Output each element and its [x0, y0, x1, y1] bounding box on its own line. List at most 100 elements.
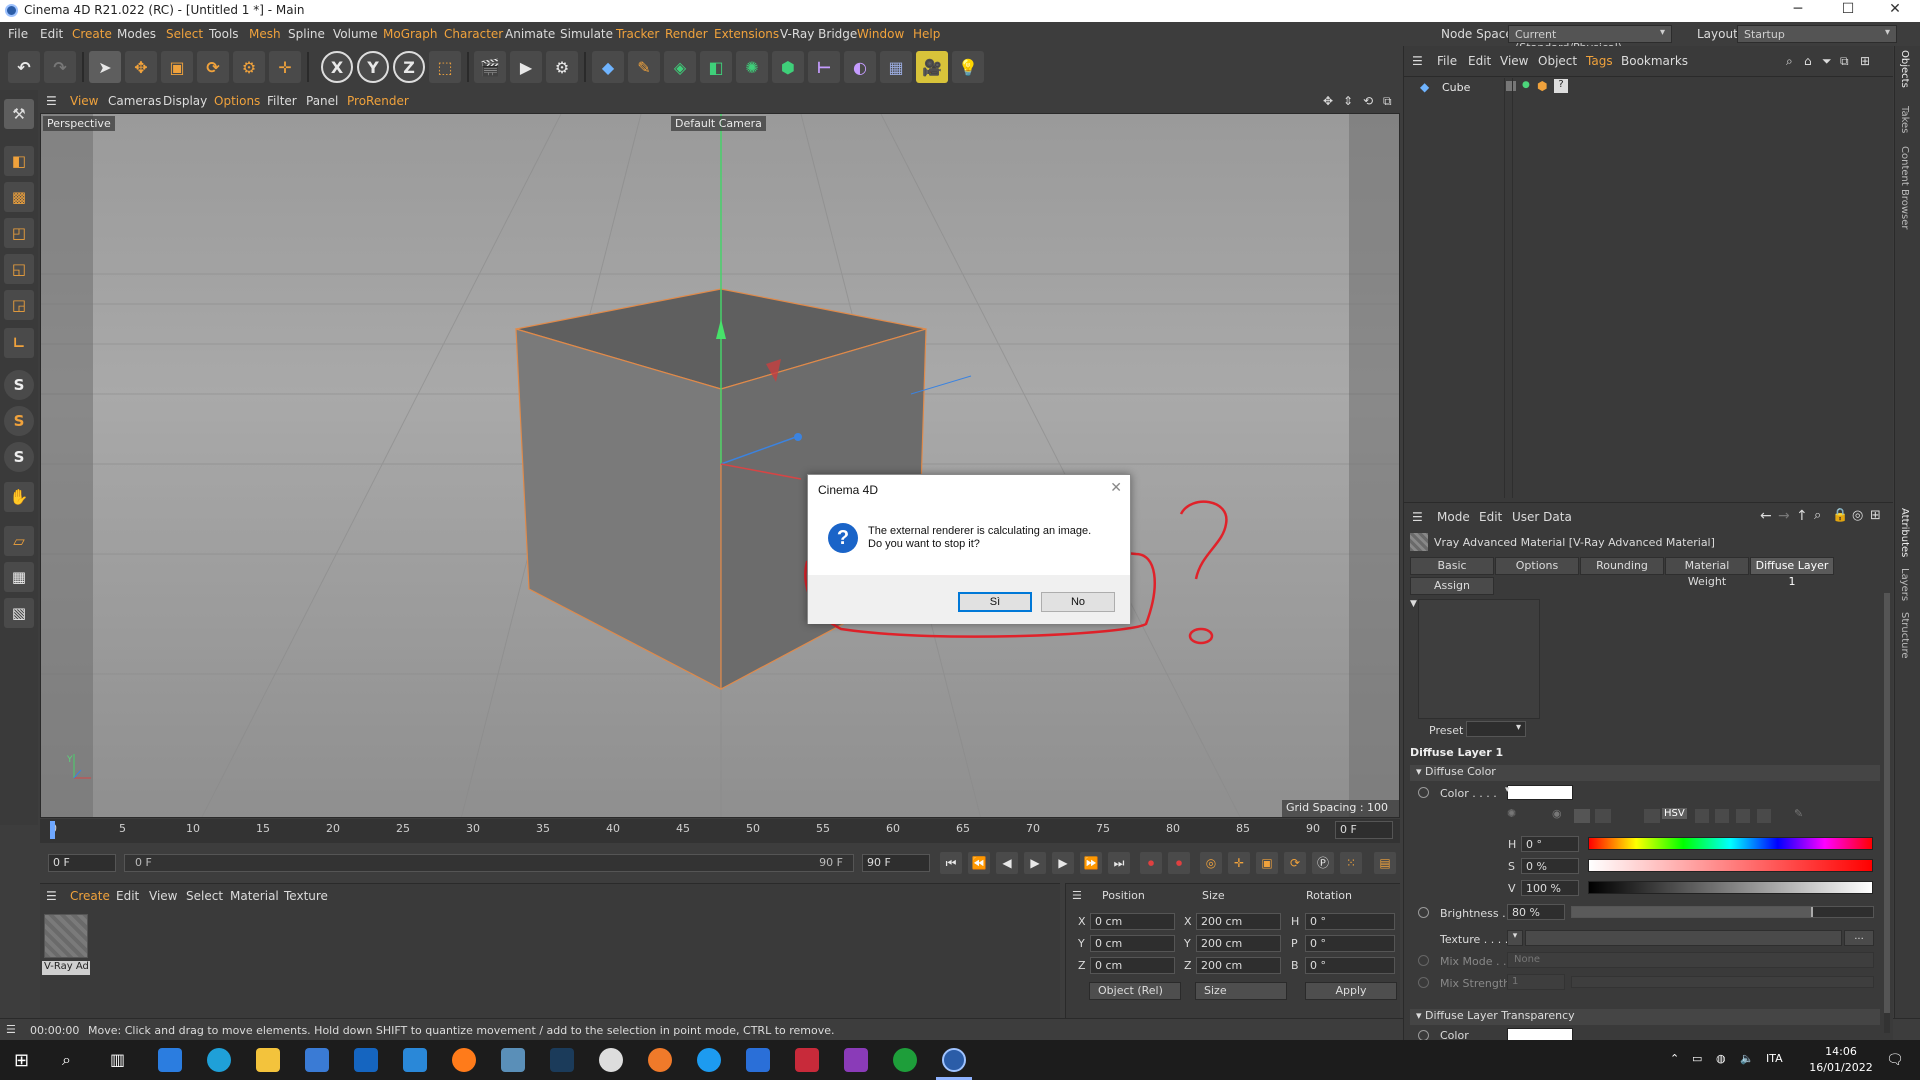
eyedropper-icon[interactable]: ✎	[1794, 807, 1803, 820]
attribute-scrollbar[interactable]	[1884, 593, 1890, 1033]
unknown-tag-icon[interactable]: ?	[1554, 79, 1568, 93]
autokey-icon[interactable]: ⏺	[1168, 852, 1190, 874]
firefox-icon[interactable]	[452, 1048, 476, 1072]
menu-volume[interactable]: Volume	[333, 27, 378, 41]
position-key-icon[interactable]: ✛	[1228, 852, 1250, 874]
vp-menu-view[interactable]: View	[70, 94, 98, 108]
polygons-mode-icon[interactable]: ◲	[4, 290, 34, 320]
timeline-ruler[interactable]: 0 5 10 15 20 25 30 35 40 45 50 55 60 65 …	[40, 819, 1400, 843]
preset-select[interactable]: ▾	[1466, 721, 1526, 737]
node-space-select[interactable]: Current (Standard/Physical) ▾	[1508, 25, 1672, 54]
tweak-mode-icon[interactable]: ✋	[4, 482, 34, 512]
rotation-b-field[interactable]: 0 °	[1305, 957, 1395, 974]
mail-icon[interactable]	[403, 1048, 427, 1072]
color-animate-radio[interactable]	[1418, 787, 1429, 798]
menu-mograph[interactable]: MoGraph	[383, 27, 438, 41]
size-x-field[interactable]: 200 cm	[1196, 913, 1281, 930]
size-mode-select[interactable]: Size	[1195, 982, 1287, 1000]
no-button[interactable]: No	[1041, 592, 1115, 612]
transparency-color-animate-radio[interactable]	[1418, 1030, 1429, 1040]
menu-modes[interactable]: Modes	[117, 27, 156, 41]
menu-create[interactable]: Create	[72, 27, 112, 41]
tab-material-weight[interactable]: Material Weight	[1665, 557, 1749, 588]
go-to-start-icon[interactable]: ⏮	[940, 852, 962, 874]
cloner-icon[interactable]: ✺	[736, 51, 768, 83]
current-frame-field[interactable]: 0 F	[1335, 821, 1393, 839]
clock-time[interactable]: 14:06	[1816, 1045, 1866, 1058]
edges-mode-icon[interactable]: ◱	[4, 254, 34, 284]
rotation-p-field[interactable]: 0 °	[1305, 935, 1395, 952]
snap-s-orange-button[interactable]: S	[4, 406, 34, 436]
obj-menu-file[interactable]: File	[1437, 54, 1457, 68]
network-icon[interactable]: ◍	[1716, 1052, 1726, 1065]
perspective-label[interactable]: Perspective	[43, 116, 115, 131]
attr-menu-edit[interactable]: Edit	[1479, 510, 1502, 524]
tab-diffuse-layer-1[interactable]: Diffuse Layer 1	[1750, 557, 1834, 588]
position-y-field[interactable]: 0 cm	[1090, 935, 1175, 952]
collapse-arrow-icon[interactable]: ▼	[1410, 599, 1417, 609]
new-view-icon[interactable]: ⧉	[1840, 54, 1849, 69]
obj-menu-bookmarks[interactable]: Bookmarks	[1621, 54, 1688, 68]
home-icon[interactable]: ⌂	[1804, 54, 1812, 68]
texture-dropdown-arrow-icon[interactable]: ▾	[1507, 930, 1523, 946]
kelvin-mode-icon[interactable]	[1695, 809, 1709, 823]
menu-tracker[interactable]: Tracker	[616, 27, 659, 41]
mat-menu-create[interactable]: Create	[70, 889, 110, 903]
size-y-field[interactable]: 200 cm	[1196, 935, 1281, 952]
previous-key-icon[interactable]: ⏪	[968, 852, 990, 874]
minimize-button[interactable]: ─	[1775, 1, 1821, 21]
tab-content-browser[interactable]: Content Browser	[1899, 146, 1910, 229]
material-preview[interactable]	[1418, 599, 1540, 719]
menu-window[interactable]: Window	[857, 27, 904, 41]
visibility-dots-icon[interactable]: ●	[1522, 80, 1530, 90]
attr-menu-mode[interactable]: Mode	[1437, 510, 1470, 524]
menu-vray-bridge[interactable]: V-Ray Bridge	[780, 27, 857, 41]
render-settings-icon[interactable]: ⚙	[546, 51, 578, 83]
hamburger-icon[interactable]: ☰	[46, 94, 57, 108]
podcast-app-icon[interactable]	[844, 1048, 868, 1072]
position-z-field[interactable]: 0 cm	[1090, 957, 1175, 974]
mat-menu-texture[interactable]: Texture	[284, 889, 328, 903]
tab-assign[interactable]: Assign	[1410, 577, 1494, 595]
color-swatch[interactable]	[1507, 785, 1573, 800]
value-field[interactable]: 100 %	[1521, 880, 1579, 896]
rotate-tool-icon[interactable]: ⟳	[197, 51, 229, 83]
go-to-end-icon[interactable]: ⏭	[1108, 852, 1130, 874]
hex-mode-icon[interactable]	[1736, 809, 1750, 823]
xbox-icon[interactable]	[893, 1048, 917, 1072]
menu-render[interactable]: Render	[665, 27, 708, 41]
locked-workplane-icon[interactable]: ▦	[4, 562, 34, 592]
mix-strength-slider[interactable]	[1571, 976, 1874, 988]
pen-spline-icon[interactable]: ✎	[628, 51, 660, 83]
position-x-field[interactable]: 0 cm	[1090, 913, 1175, 930]
rotation-h-field[interactable]: 0 °	[1305, 913, 1395, 930]
tab-basic[interactable]: Basic	[1410, 557, 1494, 575]
scrollbar-thumb[interactable]	[1884, 593, 1890, 1013]
settings-icon[interactable]: ◎	[1852, 508, 1863, 523]
pan-icon[interactable]: ✥	[1323, 94, 1333, 108]
attr-menu-user-data[interactable]: User Data	[1512, 510, 1572, 524]
camera-app-icon[interactable]	[795, 1048, 819, 1072]
menu-edit[interactable]: Edit	[40, 27, 63, 41]
scale-key-icon[interactable]: ▣	[1256, 852, 1278, 874]
workplane-icon[interactable]: ▱	[4, 526, 34, 556]
tab-attributes[interactable]: Attributes	[1899, 508, 1910, 557]
vp-menu-prorender[interactable]: ProRender	[347, 94, 409, 108]
model-mode-icon[interactable]: ◧	[4, 146, 34, 176]
filter-icon[interactable]: ⏷	[1822, 54, 1832, 69]
playhead-marker[interactable]	[50, 821, 55, 839]
obj-menu-view[interactable]: View	[1500, 54, 1528, 68]
render-view-icon[interactable]: 🎬	[474, 51, 506, 83]
mix-mode-animate-radio[interactable]	[1418, 955, 1429, 966]
color-wheel-icon[interactable]: ✺	[1507, 807, 1516, 820]
default-camera-label[interactable]: Default Camera	[671, 116, 766, 131]
material-tag-icon[interactable]: ⬢	[1537, 79, 1547, 93]
chrome-icon[interactable]	[599, 1048, 623, 1072]
input-language[interactable]: ITA	[1766, 1052, 1783, 1065]
previous-frame-icon[interactable]: ◀	[996, 852, 1018, 874]
search-icon[interactable]: ⌕	[1786, 54, 1793, 69]
mat-menu-view[interactable]: View	[149, 889, 177, 903]
keyframe-selection-icon[interactable]: ◎	[1200, 852, 1222, 874]
apply-button[interactable]: Apply	[1305, 982, 1397, 1000]
points-mode-icon[interactable]: ◰	[4, 218, 34, 248]
